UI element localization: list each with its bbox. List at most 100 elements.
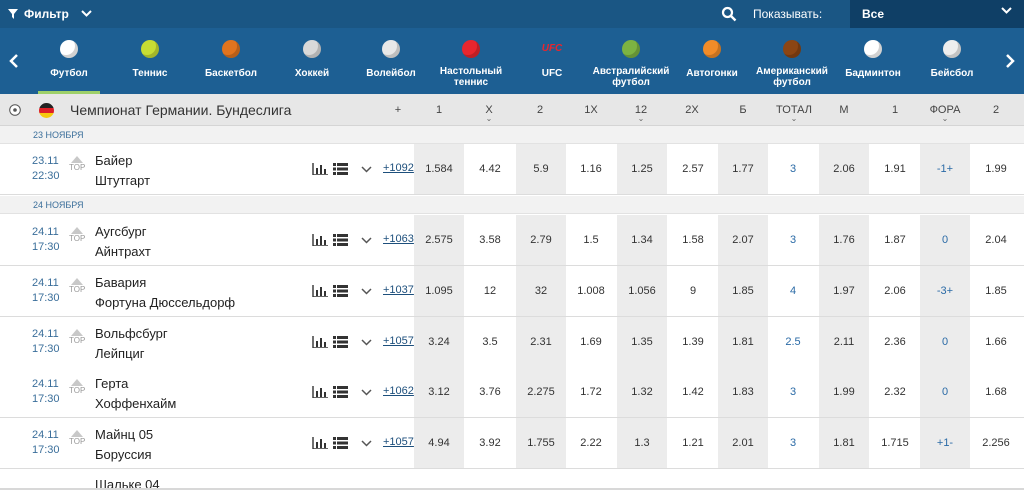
odds-cell[interactable]: 4.94 [414,418,464,468]
odds-cell[interactable]: 2.575 [414,215,464,265]
column-header[interactable]: ФОРА ⌄ [920,104,970,123]
odds-cell[interactable]: 1.584 [414,144,464,194]
sport-tab[interactable]: Теннис [109,28,191,94]
odds-cell[interactable]: 1.87 [870,215,920,265]
odds-cell[interactable]: 1.5 [566,215,616,265]
odds-cell[interactable]: 1.008 [566,266,616,316]
odds-cell[interactable]: 1.85 [718,266,768,316]
chevron-down-icon[interactable] [361,433,372,453]
odds-cell[interactable]: 1.99 [819,367,869,417]
bar-chart-icon[interactable] [312,437,328,449]
column-header[interactable]: 12 ⌄ [616,104,666,123]
odds-cell[interactable]: 1.32 [617,367,667,417]
sport-tab[interactable]: UFC UFC [511,28,593,94]
odds-cell[interactable]: 1.25 [617,144,667,194]
column-header[interactable]: М [819,104,869,116]
column-header[interactable]: 1 [870,104,920,116]
chevron-down-icon[interactable] [361,382,372,402]
list-icon[interactable] [333,285,348,297]
odds-cell[interactable]: 1.91 [870,144,920,194]
odds-cell[interactable]: 3.24 [414,317,464,367]
odds-cell[interactable]: 1.97 [819,266,869,316]
odds-cell[interactable]: 3.5 [465,317,515,367]
column-header[interactable]: 2X [667,104,717,116]
odds-cell[interactable]: 2.32 [870,367,920,417]
odds-cell[interactable]: 3.76 [465,367,515,417]
more-bets-link[interactable]: +1063 [383,233,414,245]
odds-cell[interactable]: 1.76 [819,215,869,265]
odds-cell[interactable]: 3.58 [465,215,515,265]
odds-cell[interactable]: 2.01 [718,418,768,468]
odds-cell[interactable]: 1.715 [870,418,920,468]
scroll-right-button[interactable] [996,28,1024,94]
odds-cell[interactable]: 1.39 [668,317,718,367]
odds-cell[interactable]: 4 [768,266,818,316]
odds-cell[interactable]: 32 [516,266,566,316]
column-header[interactable]: ТОТАЛ ⌄ [769,104,819,123]
odds-cell[interactable]: 2.57 [668,144,718,194]
list-icon[interactable] [333,336,348,348]
odds-cell[interactable]: 2.22 [566,418,616,468]
odds-cell[interactable]: 1.056 [617,266,667,316]
sport-tab[interactable]: Автогонки [671,28,753,94]
sport-tab[interactable]: Баскетбол [190,28,272,94]
column-header[interactable]: 2 [515,104,565,116]
more-bets-link[interactable]: +1057 [383,335,414,347]
odds-cell[interactable]: 1.81 [819,418,869,468]
more-bets-link[interactable]: +1037 [383,284,414,296]
column-header[interactable]: 2 [971,104,1021,116]
odds-cell[interactable]: 1.66 [971,317,1021,367]
show-select[interactable]: Все [850,0,1024,28]
chevron-down-icon[interactable] [361,230,372,250]
odds-cell[interactable]: 9 [668,266,718,316]
sport-tab[interactable]: Футбол [28,28,110,94]
match-teams[interactable]: Вольфсбург Лейпциг [95,324,168,364]
sport-tab[interactable]: Хоккей [271,28,353,94]
odds-cell[interactable]: 1.85 [971,266,1021,316]
column-header[interactable]: X ⌄ [464,104,514,123]
odds-cell[interactable]: +1- [920,418,970,468]
odds-cell[interactable]: 1.21 [668,418,718,468]
odds-cell[interactable]: -1+ [920,144,970,194]
list-icon[interactable] [333,437,348,449]
more-bets-link[interactable]: +1062 [383,385,414,397]
more-bets-link[interactable]: +1092 [383,162,414,174]
odds-cell[interactable]: 1.81 [718,317,768,367]
odds-cell[interactable]: 1.69 [566,317,616,367]
list-icon[interactable] [333,163,348,175]
odds-cell[interactable]: 3.92 [465,418,515,468]
bar-chart-icon[interactable] [312,336,328,348]
odds-cell[interactable]: 0 [920,367,970,417]
odds-cell[interactable]: 2.04 [971,215,1021,265]
list-icon[interactable] [333,386,348,398]
search-icon[interactable] [721,6,737,22]
sport-tab[interactable]: Бадминтон [832,28,914,94]
odds-cell[interactable]: -3+ [920,266,970,316]
scroll-left-button[interactable] [0,28,28,94]
odds-cell[interactable]: 2.256 [971,418,1021,468]
odds-cell[interactable]: 3.12 [414,367,464,417]
odds-cell[interactable]: 1.68 [971,367,1021,417]
odds-cell[interactable]: 2.06 [870,266,920,316]
odds-cell[interactable]: 2.5 [768,317,818,367]
odds-cell[interactable]: 1.99 [971,144,1021,194]
sport-tab[interactable]: Настольный теннис [430,28,512,94]
odds-cell[interactable]: 2.06 [819,144,869,194]
bar-chart-icon[interactable] [312,234,328,246]
bar-chart-icon[interactable] [312,285,328,297]
more-bets-link[interactable]: +1057 [383,436,414,448]
column-header[interactable]: 1X [566,104,616,116]
odds-cell[interactable]: 2.31 [516,317,566,367]
odds-cell[interactable]: 1.35 [617,317,667,367]
match-teams[interactable]: Бавария Фортуна Дюссельдорф [95,273,235,313]
column-header[interactable]: Б [718,104,768,116]
odds-cell[interactable]: 2.79 [516,215,566,265]
odds-cell[interactable]: 1.34 [617,215,667,265]
odds-cell[interactable]: 1.755 [516,418,566,468]
odds-cell[interactable]: 0 [920,317,970,367]
chevron-down-icon[interactable] [361,332,372,352]
odds-cell[interactable]: 1.3 [617,418,667,468]
chevron-down-icon[interactable] [361,159,372,179]
match-teams[interactable]: Герта Хоффенхайм [95,374,176,414]
odds-cell[interactable]: 5.9 [516,144,566,194]
